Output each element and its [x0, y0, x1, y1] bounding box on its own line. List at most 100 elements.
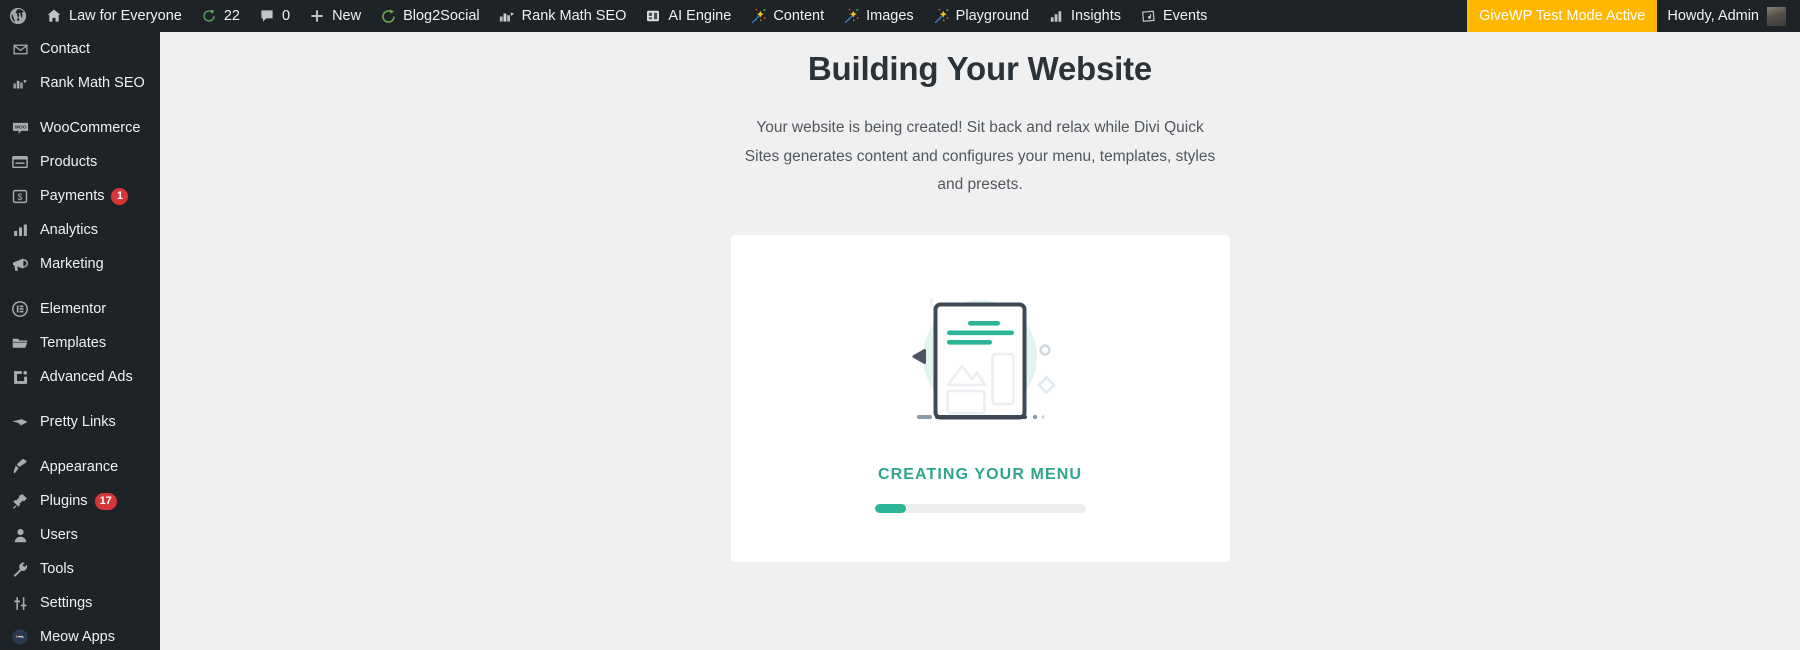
woocommerce-icon: WOO: [9, 118, 31, 138]
adminbar-item-playground[interactable]: Playground: [923, 0, 1038, 32]
folder-icon: [9, 333, 31, 353]
sidebar-item-label: Plugins: [40, 493, 88, 509]
sidebar-item-label: Rank Math SEO: [40, 75, 145, 91]
user-icon: [9, 525, 31, 545]
blog2social-icon: [379, 7, 397, 25]
adminbar-item-new[interactable]: New: [299, 0, 370, 32]
progress-card: Creating Your Menu: [730, 235, 1230, 563]
elementor-icon: [9, 299, 31, 319]
sidebar-item-pretty-links[interactable]: Pretty Links: [0, 405, 160, 439]
magic-wand-icon: [842, 7, 860, 25]
sidebar-item-tools[interactable]: Tools: [0, 552, 160, 586]
sidebar-item-woocommerce[interactable]: WOO WooCommerce: [0, 111, 160, 145]
adminbar-rank-math-label: Rank Math SEO: [521, 8, 627, 24]
adminbar-spacer: [1216, 0, 1467, 32]
adminbar-images-label: Images: [866, 8, 914, 24]
adminbar-item-insights[interactable]: Insights: [1038, 0, 1130, 32]
sidebar-item-label: Pretty Links: [40, 414, 116, 430]
sidebar-item-rank-math-seo[interactable]: Rank Math SEO: [0, 66, 160, 100]
plus-icon: [308, 7, 326, 25]
envelope-icon: [9, 39, 31, 59]
calendar-icon: [1139, 7, 1157, 25]
sidebar-item-label: Payments: [40, 188, 105, 204]
sidebar-item-label: Advanced Ads: [40, 369, 133, 385]
adminbar-item-events[interactable]: Events: [1130, 0, 1216, 32]
rank-math-icon: [498, 7, 516, 25]
analytics-icon: [9, 220, 31, 240]
meow-apps-icon: [9, 627, 31, 647]
adminbar-item-images[interactable]: Images: [833, 0, 923, 32]
adminbar-item-comments[interactable]: 0: [249, 0, 299, 32]
sidebar-item-label: Contact: [40, 41, 90, 57]
admin-bar: Law for Everyone 22 0 New Blog2Social Ra…: [0, 0, 1800, 32]
sidebar-item-label: Products: [40, 154, 98, 170]
comment-bubble-icon: [258, 7, 276, 25]
update-icon: [200, 7, 218, 25]
adminbar-events-label: Events: [1163, 8, 1208, 24]
sidebar-item-settings[interactable]: Settings: [0, 586, 160, 620]
sidebar-item-elementor[interactable]: Elementor: [0, 292, 160, 326]
svg-text:$: $: [17, 192, 22, 202]
progress-bar-track: [874, 503, 1086, 513]
sidebar-item-label: Appearance: [40, 459, 119, 475]
sidebar-item-contact[interactable]: Contact: [0, 32, 160, 66]
adminbar-updates-count: 22: [223, 8, 240, 24]
givewp-test-mode-label: GiveWP Test Mode Active: [1479, 8, 1646, 24]
sidebar-item-label: Meow Apps: [40, 629, 115, 645]
wrench-icon: [9, 559, 31, 579]
sidebar-item-advanced-ads[interactable]: Advanced Ads: [0, 360, 160, 394]
adminbar-item-wordpress-logo[interactable]: [0, 0, 36, 32]
sidebar-item-label: Analytics: [40, 222, 99, 238]
payments-icon: $: [9, 186, 31, 206]
sidebar-item-meow-apps[interactable]: Meow Apps: [0, 620, 160, 650]
adminbar-playground-label: Playground: [955, 8, 1030, 24]
adminbar-item-content[interactable]: Content: [740, 0, 833, 32]
sidebar-item-users[interactable]: Users: [0, 518, 160, 552]
wordpress-logo-icon: [9, 7, 27, 25]
home-icon: [45, 7, 63, 25]
howdy-label: Howdy, Admin: [1667, 8, 1759, 24]
page-title: Building Your Website: [807, 50, 1153, 87]
sidebar-item-appearance[interactable]: Appearance: [0, 450, 160, 484]
main-content-area: Building Your Website Your website is be…: [160, 32, 1800, 650]
sidebar-item-templates[interactable]: Templates: [0, 326, 160, 360]
adminbar-item-my-account[interactable]: Howdy, Admin: [1657, 0, 1800, 32]
sidebar-item-products[interactable]: Products: [0, 145, 160, 179]
admin-sidebar-menu: Contact Rank Math SEO WOO WooCommerce Pr…: [0, 32, 160, 650]
sidebar-item-plugins[interactable]: Plugins 17: [0, 484, 160, 518]
givewp-test-mode-badge[interactable]: GiveWP Test Mode Active: [1467, 0, 1658, 32]
progress-bar-fill: [874, 503, 907, 513]
magic-wand-icon: [932, 7, 950, 25]
sidebar-item-payments[interactable]: $ Payments 1: [0, 179, 160, 213]
adminbar-ai-engine-label: AI Engine: [668, 8, 732, 24]
pretty-links-icon: [9, 412, 31, 432]
sidebar-item-analytics[interactable]: Analytics: [0, 213, 160, 247]
adminbar-new-label: New: [332, 8, 362, 24]
products-icon: [9, 152, 31, 172]
megaphone-icon: [9, 254, 31, 274]
sidebar-item-marketing[interactable]: Marketing: [0, 247, 160, 281]
paintbrush-icon: [9, 457, 31, 477]
adminbar-comments-count: 0: [281, 8, 291, 24]
bar-chart-icon: [1047, 7, 1065, 25]
sidebar-badge-plugins: 17: [94, 492, 117, 510]
adminbar-item-blog2social[interactable]: Blog2Social: [370, 0, 489, 32]
plug-icon: [9, 491, 31, 511]
page-description: Your website is being created! Sit back …: [744, 119, 1216, 194]
adminbar-item-site-name[interactable]: Law for Everyone: [36, 0, 191, 32]
advanced-ads-icon: [9, 367, 31, 387]
rank-math-icon: [9, 73, 31, 93]
quick-sites-builder-panel: Building Your Website Your website is be…: [160, 32, 1800, 563]
adminbar-item-ai-engine[interactable]: AI Engine: [635, 0, 740, 32]
adminbar-site-name-label: Law for Everyone: [69, 8, 182, 24]
avatar: [1767, 6, 1786, 26]
svg-text:WOO: WOO: [14, 124, 26, 130]
adminbar-item-rank-math-seo[interactable]: Rank Math SEO: [489, 0, 636, 32]
status-label: Creating Your Menu: [877, 465, 1083, 483]
ai-engine-icon: [644, 7, 662, 25]
sidebar-item-label: WooCommerce: [40, 120, 141, 136]
sidebar-item-label: Elementor: [40, 301, 107, 317]
sidebar-item-label: Users: [40, 527, 78, 543]
adminbar-item-updates[interactable]: 22: [191, 0, 249, 32]
magic-wand-icon: [749, 7, 767, 25]
